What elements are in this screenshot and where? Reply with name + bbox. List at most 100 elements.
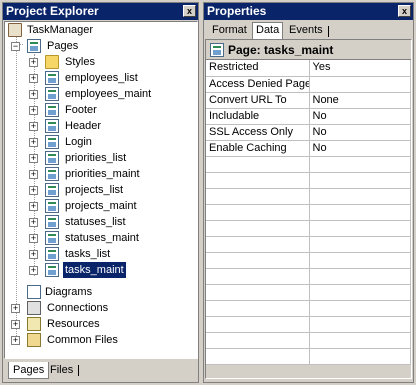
expand-icon[interactable]: + [29,106,38,115]
empty-property-row [206,188,411,205]
expand-icon[interactable]: + [29,58,38,67]
tree-item-connections[interactable]: + Connections [5,300,195,316]
property-row[interactable]: SSL Access Only No [206,124,411,141]
expand-icon[interactable]: + [29,218,38,227]
properties-header-label: Page: tasks_maint [228,43,334,57]
tree-item-label: Connections [47,302,109,314]
tree-item-label: priorities_list [65,152,127,164]
empty-cell [206,300,310,317]
properties-title: Properties [207,4,267,18]
tree-item-page[interactable]: + tasks_list [5,246,195,262]
tree-item-resources[interactable]: + Resources [5,316,195,332]
page-icon [45,199,59,213]
expand-icon[interactable]: + [29,266,38,275]
property-row[interactable]: Access Denied Page [206,76,411,93]
property-value[interactable] [309,76,411,93]
expand-icon[interactable]: + [29,202,38,211]
expand-icon[interactable]: + [29,74,38,83]
page-icon [45,87,59,101]
collapse-icon[interactable]: − [11,42,20,51]
expand-icon[interactable]: + [11,320,20,329]
property-name: Convert URL To [206,92,310,109]
tree-item-page[interactable]: + Header [5,118,195,134]
tree-item-label: employees_maint [65,88,152,100]
tab-separator [78,365,79,376]
empty-cell [206,348,310,365]
pages-folder-icon [27,39,41,53]
tree-item-page[interactable]: + employees_list [5,70,195,86]
page-icon [45,263,59,277]
resources-icon [27,317,41,331]
project-explorer-close-button[interactable]: x [183,5,196,17]
tree-item-page[interactable]: + priorities_list [5,150,195,166]
tree-item-label: TaskManager [27,24,94,36]
property-row[interactable]: Restricted Yes [206,60,411,77]
tree-item-label: projects_maint [65,200,137,212]
empty-cell [206,172,310,189]
property-row[interactable]: Includable No [206,108,411,125]
expand-icon[interactable]: + [29,186,38,195]
tab-data[interactable]: Data [252,22,284,39]
expand-icon[interactable]: + [29,138,38,147]
tree-item-label: Styles [65,56,95,68]
tree-item-common-files[interactable]: + Common Files [5,332,195,348]
empty-property-row [206,332,411,349]
properties-close-button[interactable]: x [398,5,411,17]
empty-cell [309,172,411,189]
empty-cell [309,156,411,173]
tab-format[interactable]: Format [209,23,250,39]
empty-cell [206,332,310,349]
expand-icon[interactable]: + [29,122,38,131]
expand-icon[interactable]: + [29,154,38,163]
tab-separator [328,26,329,37]
tree-item-page[interactable]: + priorities_maint [5,166,195,182]
empty-cell [309,284,411,301]
tree-item-page[interactable]: + Footer [5,102,195,118]
page-icon [45,151,59,165]
tree-item-page[interactable]: + projects_list [5,182,195,198]
property-value[interactable]: None [309,92,411,109]
expand-icon[interactable]: + [29,90,38,99]
tree-item-styles[interactable]: + Styles [5,54,195,70]
tree-item-pages[interactable]: − Pages [5,38,195,54]
project-explorer-titlebar: Project Explorer x [3,3,198,20]
expand-icon[interactable]: + [11,304,20,313]
tree-item-page[interactable]: + Login [5,134,195,150]
tree-item-label: tasks_list [65,248,111,260]
empty-cell [309,236,411,253]
tab-events[interactable]: Events [286,23,326,39]
tab-pages[interactable]: Pages [8,362,50,379]
property-value[interactable]: Yes [309,60,411,77]
tab-files[interactable]: Files [46,362,77,379]
empty-cell [309,220,411,237]
page-icon [45,119,59,133]
page-icon [45,247,59,261]
tree-item-page[interactable]: + statuses_list [5,214,195,230]
expand-icon[interactable]: + [11,336,20,345]
empty-cell [309,300,411,317]
tree-item-label: projects_list [65,184,124,196]
tree-item-page[interactable]: + tasks_maint [5,261,195,279]
empty-cell [309,188,411,205]
property-name: Includable [206,108,310,125]
tree-item-page[interactable]: + projects_maint [5,198,195,214]
property-row[interactable]: Convert URL To None [206,92,411,109]
property-value[interactable]: No [309,108,411,125]
property-value[interactable]: No [309,124,411,141]
property-value[interactable]: No [309,140,411,157]
empty-property-row [206,172,411,189]
empty-cell [206,188,310,205]
tree-item-page[interactable]: + statuses_maint [5,230,195,246]
empty-property-row [206,268,411,285]
expand-icon[interactable]: + [29,170,38,179]
empty-property-row [206,204,411,221]
tree-item-page[interactable]: + employees_maint [5,86,195,102]
tree-item-label: priorities_maint [65,168,140,180]
expand-icon[interactable]: + [29,250,38,259]
expand-icon[interactable]: + [29,234,38,243]
page-icon [45,71,59,85]
tree-item-diagrams[interactable]: Diagrams [5,284,195,300]
project-tree[interactable]: TaskManager − Pages + Styles + employees_… [4,21,198,359]
property-row[interactable]: Enable Caching No [206,140,411,157]
properties-table: Restricted Yes Access Denied Page Convert U… [206,60,411,365]
